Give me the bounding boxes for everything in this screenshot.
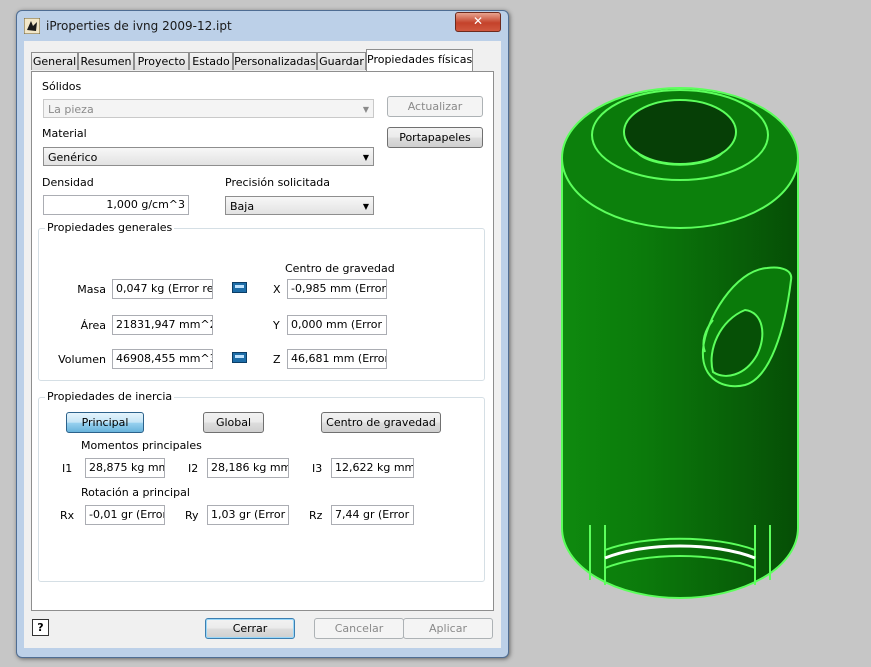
solidos-value: La pieza [48,103,94,116]
dropdown-arrow-icon: ▼ [362,153,369,162]
rotation-title: Rotación a principal [81,486,190,499]
cancel-button[interactable]: Cancelar [314,618,404,639]
close-button[interactable]: Cerrar [205,618,295,639]
solidos-select[interactable]: La pieza ▼ [43,99,374,118]
solidos-label: Sólidos [42,80,82,93]
material-select[interactable]: Genérico ▼ [43,147,374,166]
tab-resumen[interactable]: Resumen [78,52,134,70]
i1-label: I1 [62,462,73,475]
z-value: 46,681 mm (Error r [287,349,387,369]
iproperties-dialog: iProperties de ivng 2009-12.ipt ✕ Genera… [16,10,509,658]
dropdown-arrow-icon: ▼ [362,202,369,211]
masa-label: Masa [77,283,106,296]
inertia-properties-legend: Propiedades de inercia [45,390,175,403]
volumen-value: 46908,455 mm^3 ( [112,349,213,369]
update-button[interactable]: Actualizar [387,96,483,117]
i3-value: 12,622 kg mm^ [331,458,414,478]
i2-label: I2 [188,462,199,475]
tab-personalizadas[interactable]: Personalizadas [233,52,317,70]
densidad-input[interactable]: 1,000 g/cm^3 [43,195,189,215]
dialog-client: General Resumen Proyecto Estado Personal… [24,41,501,648]
global-button[interactable]: Global [203,412,264,433]
calculator-icon[interactable] [232,352,247,363]
ry-value: 1,03 gr (Error r [207,505,289,525]
material-value: Genérico [48,151,98,164]
rx-value: -0,01 gr (Error r [85,505,165,525]
tab-propiedades-fisicas[interactable]: Propiedades físicas [366,49,473,71]
physical-properties-panel: Sólidos La pieza ▼ Actualizar Portapapel… [31,71,494,611]
ry-label: Ry [185,509,199,522]
material-label: Material [42,127,87,140]
precision-select[interactable]: Baja ▼ [225,196,374,215]
general-properties-group: Propiedades generales Centro de gravedad… [38,221,485,381]
i2-value: 28,186 kg mm^ [207,458,289,478]
tab-proyecto[interactable]: Proyecto [134,52,189,70]
window-title: iProperties de ivng 2009-12.ipt [46,19,232,33]
area-label: Área [80,319,106,332]
area-value: 21831,947 mm^2 ( [112,315,213,335]
masa-value: 0,047 kg (Error rela [112,279,213,299]
i1-value: 28,875 kg mm^ [85,458,165,478]
general-properties-legend: Propiedades generales [45,221,175,234]
help-icon[interactable]: ? [32,619,49,636]
3d-part-model[interactable] [545,80,815,610]
tab-guardar[interactable]: Guardar [317,52,366,70]
app-icon [24,18,40,34]
inertia-properties-group: Propiedades de inercia Principal Global … [38,390,485,582]
principal-button[interactable]: Principal [66,412,144,433]
dropdown-arrow-icon: ▼ [362,105,369,114]
y-label: Y [273,319,280,332]
tab-general[interactable]: General [31,52,78,70]
moments-title: Momentos principales [81,439,202,452]
rx-label: Rx [60,509,75,522]
densidad-label: Densidad [42,176,94,189]
i3-label: I3 [312,462,323,475]
calculator-icon[interactable] [232,282,247,293]
cog-button[interactable]: Centro de gravedad [321,412,441,433]
x-value: -0,985 mm (Error re [287,279,387,299]
cog-title: Centro de gravedad [285,262,395,275]
tab-estado[interactable]: Estado [189,52,233,70]
precision-value: Baja [230,200,255,213]
rz-label: Rz [309,509,323,522]
z-label: Z [273,353,281,366]
rz-value: 7,44 gr (Error r [331,505,414,525]
volumen-label: Volumen [58,353,106,366]
y-value: 0,000 mm (Error rel [287,315,387,335]
clipboard-button[interactable]: Portapapeles [387,127,483,148]
title-bar[interactable]: iProperties de ivng 2009-12.ipt ✕ [17,11,508,41]
close-icon[interactable]: ✕ [455,12,501,32]
precision-label: Precisión solicitada [225,176,331,189]
apply-button[interactable]: Aplicar [403,618,493,639]
x-label: X [273,283,281,296]
